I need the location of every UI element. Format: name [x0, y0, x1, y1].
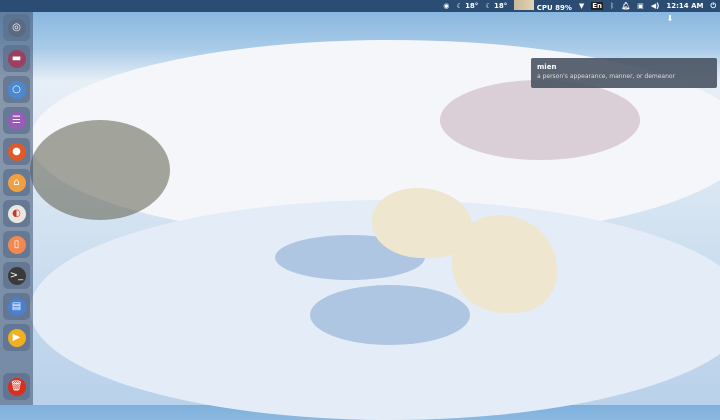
chromium-icon: ○: [7, 80, 26, 99]
network-indicator-icon[interactable]: ◉: [443, 2, 449, 10]
top-panel: ◉ ☾ 18° ☾ 18° CPU 89% ▼ En ᛒ 🔔︎ ▣ ◀) 12:…: [0, 0, 720, 12]
notification-bell-icon[interactable]: 🔔︎: [621, 2, 630, 10]
wifi-icon[interactable]: ▼: [579, 2, 584, 10]
tooltip-word: mien: [537, 63, 557, 71]
text-editor-icon: ☰: [7, 111, 26, 130]
temperature: 18°: [465, 2, 479, 10]
launcher-item-dash-home[interactable]: ◎: [3, 14, 30, 41]
launcher-item-software-center[interactable]: ⌂: [3, 169, 30, 196]
launcher-item-chromium[interactable]: ○: [3, 76, 30, 103]
session-gear-icon[interactable]: ⏻: [710, 2, 716, 11]
temperature: 18°: [494, 2, 508, 10]
cpu-graph: [514, 0, 535, 10]
trash-icon: 🗑: [7, 377, 26, 396]
launcher-item-window-manager[interactable]: ▤: [3, 293, 30, 320]
cpu-label: CPU 89%: [536, 4, 572, 12]
files-icon: ▬: [7, 49, 26, 68]
launcher-item-text-editor[interactable]: ☰: [3, 107, 30, 134]
launcher-item-media-player[interactable]: ▶: [3, 324, 30, 351]
dash-home-icon: ◎: [7, 18, 26, 37]
tooltip-definition: a person's appearance, manner, or demean…: [537, 73, 676, 80]
volume-icon[interactable]: ◀): [651, 2, 660, 10]
window-manager-icon: ▤: [7, 297, 26, 316]
weather-indicator[interactable]: ☾ 18°: [485, 2, 507, 10]
firefox-icon: ●: [7, 142, 26, 161]
clock[interactable]: 12:14 AM: [666, 2, 703, 10]
bluetooth-icon[interactable]: ᛒ: [610, 2, 614, 10]
lock-icon[interactable]: ▣: [637, 2, 644, 10]
terminal-icon: >_: [7, 266, 26, 285]
system-settings-icon: ◐: [7, 204, 26, 223]
launcher-item-trash[interactable]: 🗑: [3, 373, 30, 400]
launcher-item-speakers[interactable]: ▯: [3, 231, 30, 258]
speakers-icon: ▯: [7, 235, 26, 254]
media-player-icon: ▶: [7, 328, 26, 347]
bear-shadow: [310, 285, 470, 345]
launcher-item-firefox[interactable]: ●: [3, 138, 30, 165]
launcher-item-system-settings[interactable]: ◐: [3, 200, 30, 227]
launcher: ◎ ▬ ○ ☰ ● ⌂ ◐ ▯ >_ ▤ ▶ 🗑: [0, 12, 33, 405]
cpu-indicator[interactable]: CPU 89%: [514, 0, 572, 12]
vegetation: [440, 80, 640, 160]
launcher-item-terminal[interactable]: >_: [3, 262, 30, 289]
dictionary-tooltip: mien a person's appearance, manner, or d…: [531, 58, 717, 88]
keyboard-layout[interactable]: En: [591, 2, 604, 10]
vegetation: [30, 120, 170, 220]
software-center-icon: ⌂: [7, 173, 26, 192]
launcher-item-files[interactable]: ▬: [3, 45, 30, 72]
weather-indicator[interactable]: ☾ 18°: [456, 2, 478, 10]
download-indicator-icon[interactable]: ⬇: [665, 14, 675, 24]
